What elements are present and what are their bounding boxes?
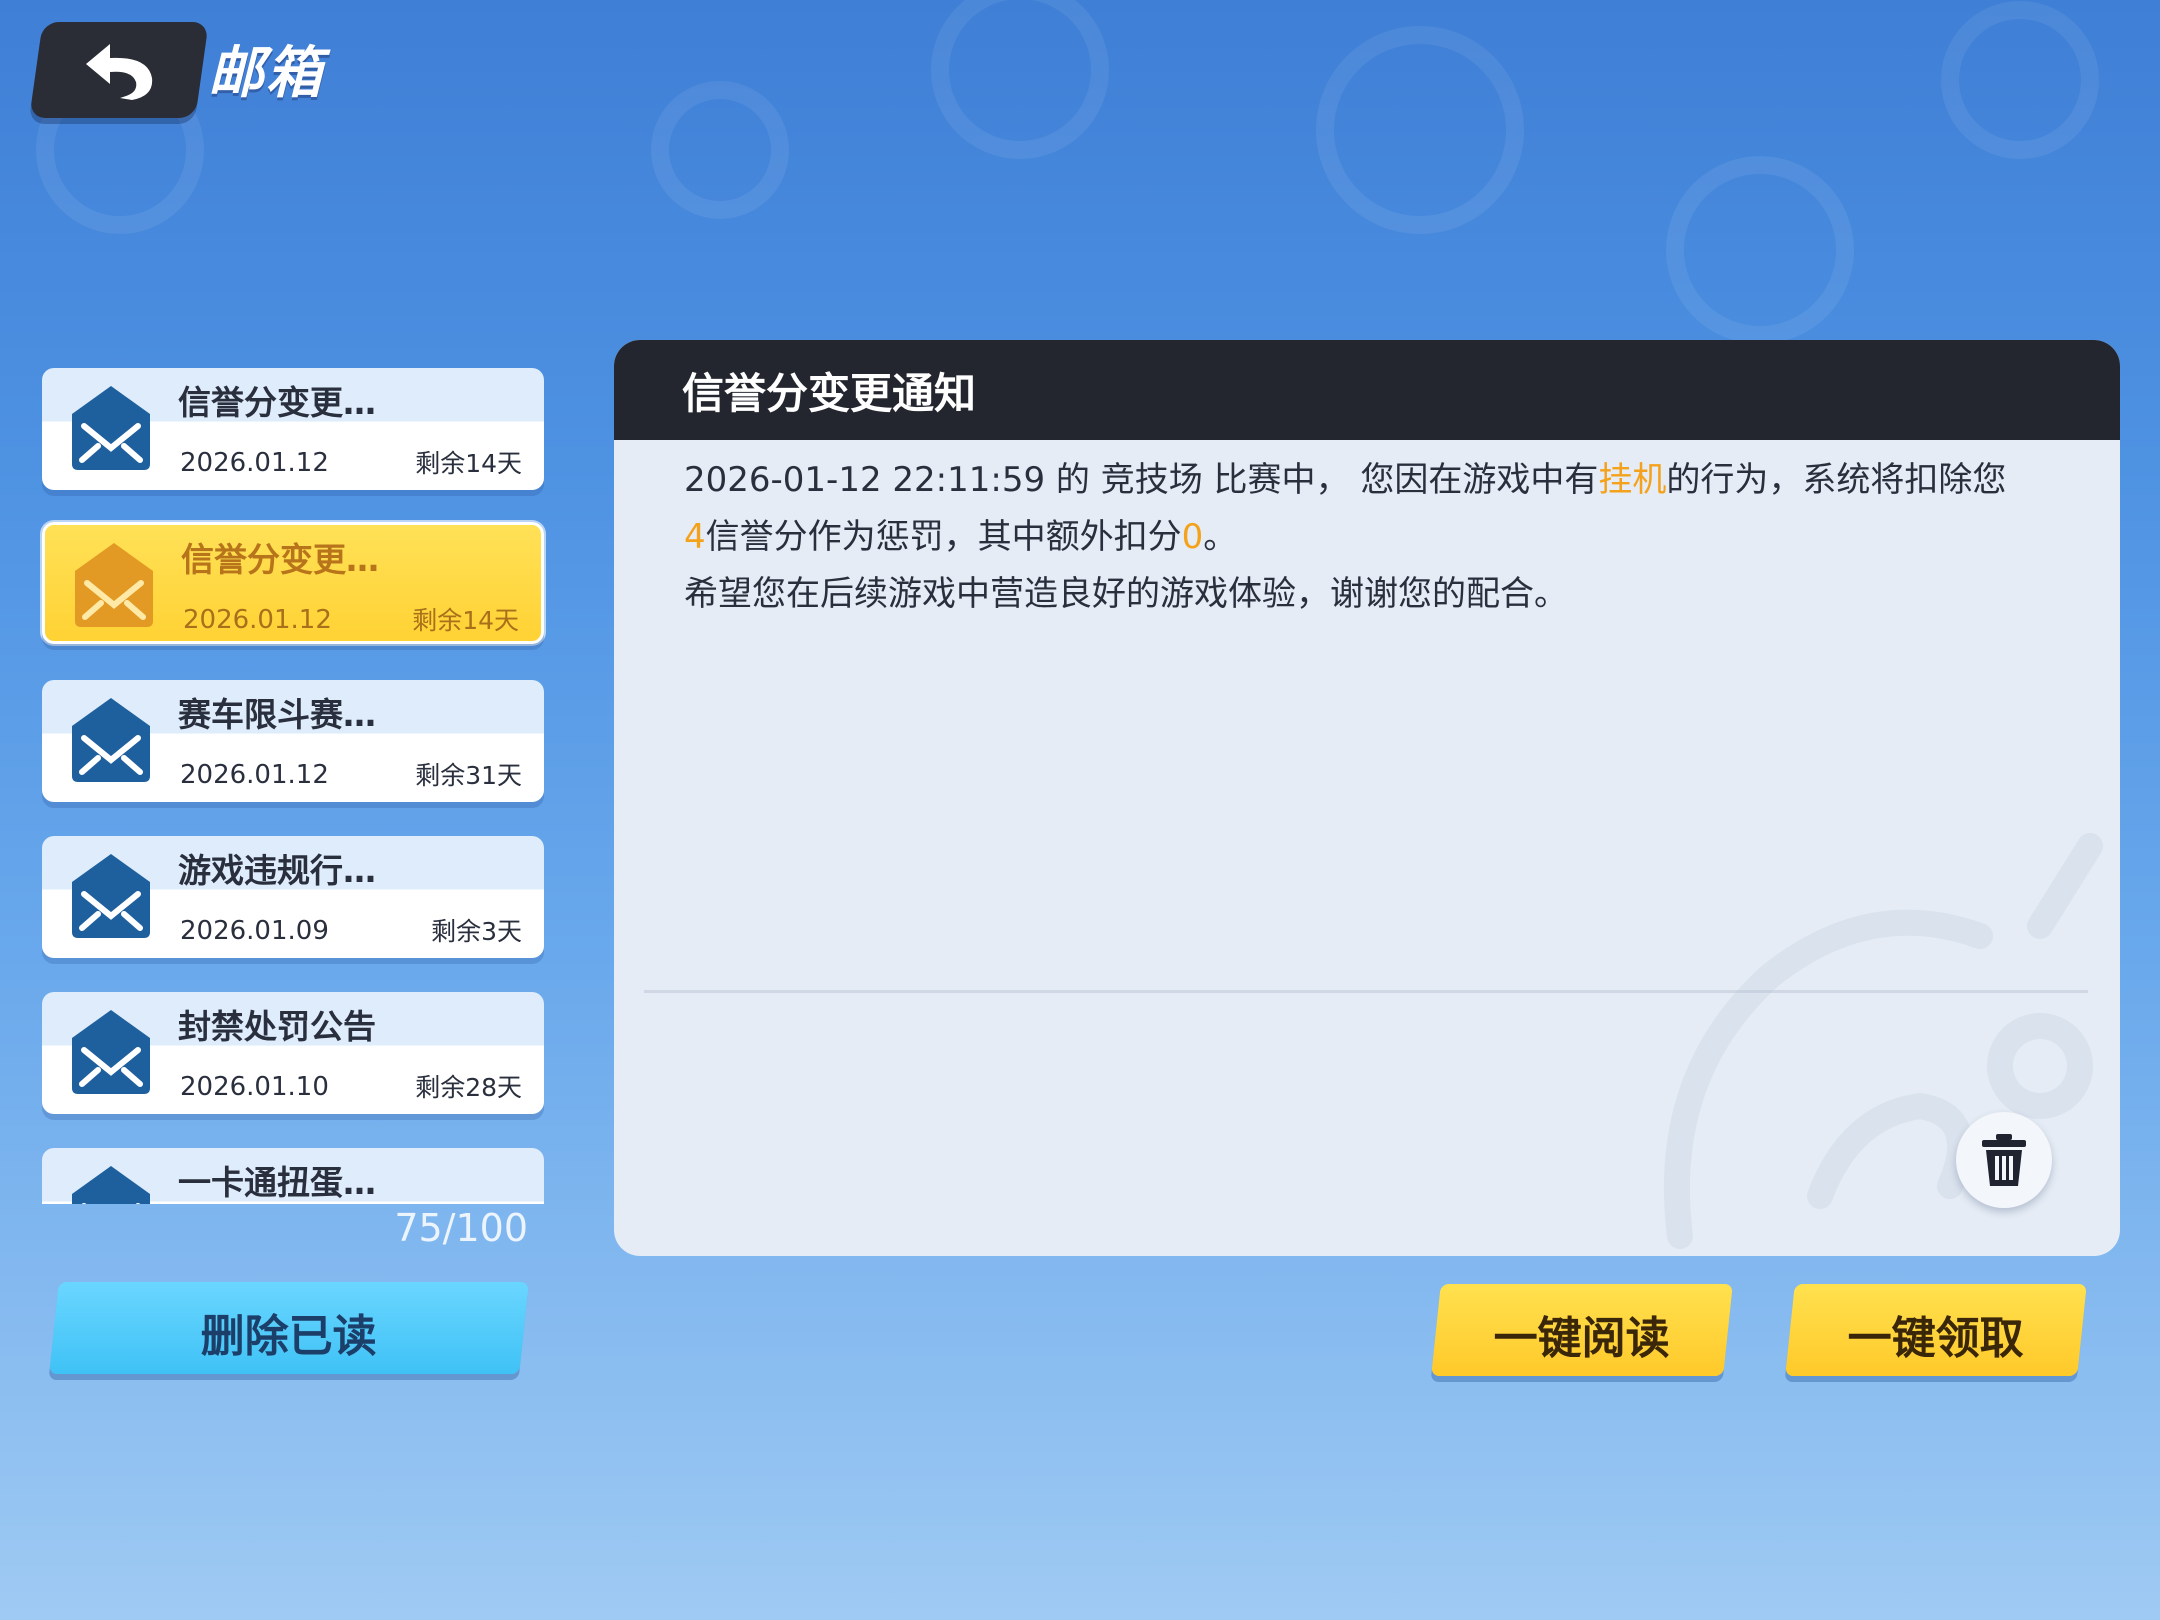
mail-item[interactable]: 游戏违规行… 2026.01.09 剩余3天	[42, 836, 544, 958]
detail-body: 2026-01-12 22:11:59 的 竞技场 比赛中， 您因在游戏中有挂机…	[684, 452, 2064, 623]
detail-line-2: 4信誉分作为惩罚，其中额外扣分0。	[684, 509, 2064, 566]
envelope-icon	[75, 543, 153, 627]
mail-item[interactable]: 一卡通扭蛋…	[42, 1148, 544, 1204]
envelope-icon	[72, 386, 150, 470]
highlight-penalty: 4	[684, 517, 706, 557]
mail-remaining: 剩余14天	[415, 449, 522, 478]
mail-item[interactable]: 封禁处罚公告 2026.01.10 剩余28天	[42, 992, 544, 1114]
highlight-behavior: 挂机	[1598, 460, 1667, 500]
detail-header: 信誉分变更通知	[614, 340, 2120, 440]
cool-watermark	[1663, 833, 2103, 1249]
mail-item[interactable]: 信誉分变更… 2026.01.12 剩余14天	[42, 368, 544, 490]
mail-date: 2026.01.12	[180, 760, 329, 790]
detail-title: 信誉分变更通知	[682, 369, 977, 418]
detail-line-3: 希望您在后续游戏中营造良好的游戏体验，谢谢您的配合。	[684, 574, 1568, 614]
line2-end: 。	[1203, 517, 1238, 557]
envelope-icon	[72, 698, 150, 782]
claim-all-label: 一键领取	[1847, 1313, 2024, 1364]
mail-count: 75/100	[394, 1206, 528, 1250]
mail-subject: 一卡通扭蛋…	[178, 1163, 376, 1202]
back-arrow-icon	[86, 44, 153, 100]
mail-item-selected[interactable]: 信誉分变更… 2026.01.12 剩余14天	[42, 522, 544, 644]
line1-text-end: 的行为，系统将扣除您	[1666, 460, 2007, 500]
claim-all-button[interactable]: 一键领取	[1785, 1284, 2087, 1376]
mail-subject: 游戏违规行…	[178, 851, 376, 890]
mail-date: 2026.01.12	[180, 448, 329, 478]
envelope-icon	[72, 854, 150, 938]
mail-item[interactable]: 赛车限斗赛… 2026.01.12 剩余31天	[42, 680, 544, 802]
page-title: 邮箱	[208, 41, 324, 106]
mail-remaining: 剩余31天	[415, 761, 522, 790]
back-button[interactable]	[29, 22, 209, 118]
mail-subject: 封禁处罚公告	[178, 1007, 376, 1046]
mail-subject: 赛车限斗赛…	[178, 695, 376, 734]
trash-icon	[1982, 1134, 2026, 1186]
mail-remaining: 剩余3天	[431, 917, 522, 946]
mail-subject: 信誉分变更…	[181, 540, 379, 579]
mail-remaining: 剩余28天	[415, 1073, 522, 1102]
highlight-extra: 0	[1181, 517, 1204, 557]
line1-text: 2026-01-12 22:11:59 的 竞技场 比赛中， 您因在游戏中有	[684, 460, 1599, 500]
mail-date: 2026.01.09	[180, 916, 329, 946]
delete-read-button[interactable]: 删除已读	[49, 1282, 529, 1374]
mail-date: 2026.01.12	[183, 605, 332, 635]
mail-detail-panel: 信誉分变更通知 2026-01-12 22:11:59 的 竞技场 比赛中， 您…	[614, 340, 2120, 1256]
delete-read-label: 删除已读	[200, 1311, 377, 1362]
mail-subject: 信誉分变更…	[178, 383, 376, 422]
mail-date: 2026.01.10	[180, 1072, 329, 1102]
delete-mail-button[interactable]	[1956, 1112, 2052, 1208]
envelope-icon	[72, 1010, 150, 1094]
envelope-icon	[72, 1166, 150, 1204]
read-all-button[interactable]: 一键阅读	[1431, 1284, 1733, 1376]
mail-list[interactable]: 信誉分变更… 2026.01.12 剩余14天 信誉分变更… 2026.01.1…	[40, 366, 546, 1204]
line2-text: 信誉分作为惩罚，其中额外扣分	[705, 517, 1182, 557]
detail-line-1: 2026-01-12 22:11:59 的 竞技场 比赛中， 您因在游戏中有挂机…	[684, 452, 2064, 509]
mail-remaining: 剩余14天	[412, 606, 519, 635]
read-all-label: 一键阅读	[1493, 1313, 1670, 1364]
